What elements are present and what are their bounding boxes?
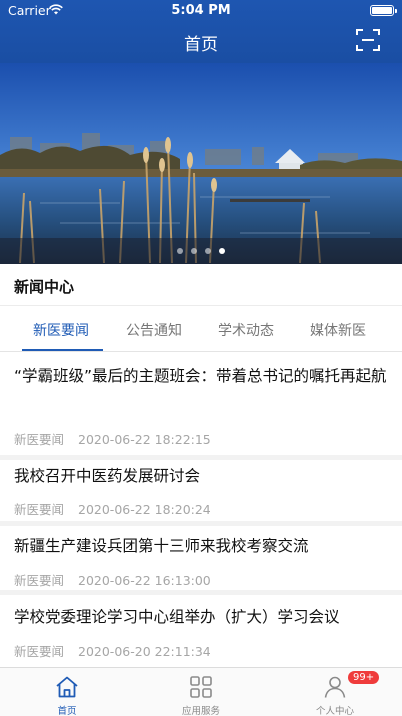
- notification-badge: 99+: [348, 671, 380, 684]
- list-item[interactable]: 我校召开中医药发展研讨会 新医要闻 2020-06-22 18:20:24: [0, 460, 402, 521]
- page-title: 首页: [184, 35, 218, 55]
- news-meta: 新医要闻 2020-06-22 18:20:24: [14, 499, 211, 518]
- tab-academic[interactable]: 学术动态: [218, 320, 274, 340]
- tabbar-label: 应用服务: [181, 706, 220, 716]
- section-title: 新闻中心: [14, 278, 75, 296]
- banner-image: [0, 63, 402, 264]
- news-time: 2020-06-20 22:11:34: [78, 644, 211, 659]
- tab-news[interactable]: 新医要闻: [33, 320, 89, 340]
- bottom-tab-bar: 首页 应用服务 99+ 个人中心: [0, 667, 402, 716]
- list-item[interactable]: 新疆生产建设兵团第十三师来我校考察交流 新医要闻 2020-06-22 16:1…: [0, 526, 402, 590]
- news-source: 新医要闻: [14, 644, 65, 659]
- news-source: 新医要闻: [14, 502, 65, 517]
- news-meta: 新医要闻 2020-06-22 16:13:00: [14, 570, 211, 589]
- news-title: 我校召开中医药发展研讨会: [14, 467, 201, 485]
- carousel-dot[interactable]: [177, 248, 183, 254]
- tabbar-label: 个人中心: [315, 706, 354, 716]
- status-bar: Carrier 5:04 PM: [0, 0, 402, 22]
- carousel-dot[interactable]: [191, 248, 197, 254]
- list-item[interactable]: 学校党委理论学习中心组举办（扩大）学习会议 新医要闻 2020-06-20 22…: [0, 595, 402, 665]
- tabbar-item-profile[interactable]: 99+ 个人中心: [268, 668, 402, 716]
- tabbar-item-home[interactable]: 首页: [0, 668, 134, 716]
- news-time: 2020-06-22 16:13:00: [78, 573, 211, 588]
- news-meta: 新医要闻 2020-06-20 22:11:34: [14, 641, 211, 660]
- tabbar-label: 首页: [57, 706, 77, 716]
- news-title: “学霸班级”最后的主题班会：带着总书记的嘱托再起航: [14, 367, 387, 385]
- grid-icon: [190, 676, 212, 698]
- banner-carousel[interactable]: [0, 63, 402, 264]
- status-time: 5:04 PM: [171, 3, 231, 18]
- news-source: 新医要闻: [14, 432, 65, 447]
- list-item[interactable]: “学霸班级”最后的主题班会：带着总书记的嘱托再起航 新医要闻 2020-06-2…: [0, 352, 402, 456]
- app-header: Carrier 5:04 PM 首页: [0, 0, 402, 63]
- battery-icon: [370, 5, 397, 16]
- tab-media[interactable]: 媒体新医: [310, 320, 366, 340]
- news-meta: 新医要闻 2020-06-22 18:22:15: [14, 429, 211, 448]
- tabbar-item-services[interactable]: 应用服务: [134, 668, 268, 716]
- carousel-indicator[interactable]: [0, 248, 402, 254]
- carousel-dot-active[interactable]: [219, 248, 225, 254]
- person-icon: [324, 676, 346, 698]
- scan-icon[interactable]: [356, 28, 380, 52]
- home-icon: [56, 676, 78, 698]
- carousel-dot[interactable]: [205, 248, 211, 254]
- news-title: 新疆生产建设兵团第十三师来我校考察交流: [14, 537, 309, 555]
- news-title: 学校党委理论学习中心组举办（扩大）学习会议: [14, 608, 340, 626]
- news-source: 新医要闻: [14, 573, 65, 588]
- tab-notices[interactable]: 公告通知: [126, 320, 182, 340]
- news-time: 2020-06-22 18:22:15: [78, 432, 211, 447]
- news-time: 2020-06-22 18:20:24: [78, 502, 211, 517]
- news-tabs: 新医要闻 公告通知 学术动态 媒体新医: [0, 306, 402, 352]
